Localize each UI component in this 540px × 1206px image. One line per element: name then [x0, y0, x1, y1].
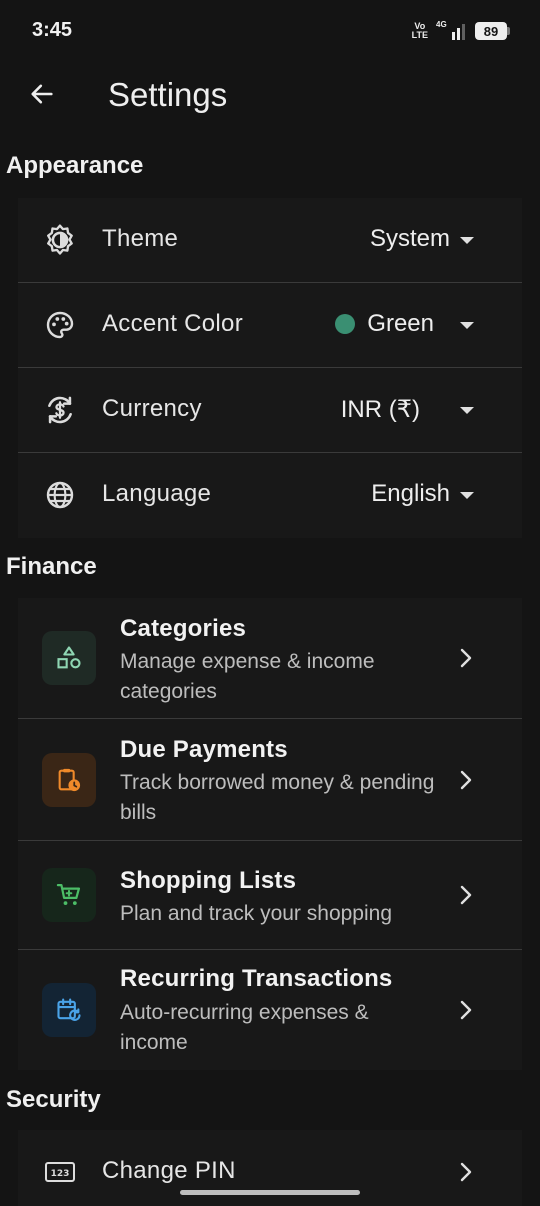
section-appearance-title: Appearance [6, 152, 144, 179]
categories-title: Categories [120, 615, 247, 642]
app-bar: Settings [0, 60, 540, 132]
accent-color-setting[interactable]: Accent Color Green [18, 283, 522, 368]
chevron-down-icon [460, 407, 474, 414]
shopping-lists-icon-tile [42, 868, 96, 922]
language-value: English [371, 480, 450, 507]
shopping-lists-item[interactable]: Shopping Lists Plan and track your shopp… [18, 841, 522, 950]
finance-card: Categories Manage expense & income categ… [18, 598, 522, 1070]
home-indicator[interactable] [180, 1190, 360, 1195]
shapes-icon [57, 646, 81, 669]
language-label: Language [102, 480, 212, 507]
palette-icon [42, 307, 78, 343]
shopping-lists-title: Shopping Lists [120, 867, 297, 894]
theme-value: System [369, 225, 450, 252]
chevron-right-icon [460, 1162, 472, 1182]
cart-icon [56, 883, 81, 906]
due-payments-description: Track borrowed money & pending bills [120, 771, 435, 824]
chevron-right-icon [460, 648, 472, 668]
status-icons: Vo LTE 4G 89 [412, 20, 510, 42]
battery-icon: 89 [475, 22, 510, 40]
categories-description: Manage expense & income categories [120, 650, 375, 703]
arrow-left-icon [31, 84, 53, 104]
chevron-right-icon [460, 1000, 472, 1020]
section-finance-title: Finance [6, 553, 97, 580]
categories-icon-tile [42, 631, 96, 685]
accent-color-swatch [335, 314, 356, 334]
accent-color-value: Green [335, 310, 434, 338]
calendar-repeat-icon [57, 998, 81, 1021]
clipboard-clock-icon [58, 768, 81, 792]
currency-setting[interactable]: Currency INR (₹) [18, 368, 522, 453]
page-title: Settings [108, 76, 228, 113]
due-payments-title: Due Payments [120, 736, 288, 763]
chevron-right-icon [460, 770, 472, 790]
recurring-transactions-description: Auto-recurring expenses & income [120, 1001, 369, 1054]
recurring-transactions-title: Recurring Transactions [120, 965, 393, 992]
chevron-down-icon [460, 322, 474, 329]
change-pin-label: Change PIN [102, 1157, 236, 1184]
back-button[interactable] [22, 74, 62, 114]
status-bar: 3:45 Vo LTE 4G 89 [0, 0, 540, 60]
shopping-lists-description: Plan and track your shopping [120, 902, 393, 925]
signal-icon: 4G [436, 20, 465, 40]
due-payments-icon-tile [42, 753, 96, 807]
brightness-icon [42, 222, 78, 258]
due-payments-item[interactable]: Due Payments Track borrowed money & pend… [18, 719, 522, 841]
section-security-title: Security [6, 1086, 101, 1113]
theme-setting[interactable]: Theme System [18, 198, 522, 283]
chevron-down-icon [460, 237, 474, 244]
chevron-down-icon [460, 492, 474, 499]
globe-icon [42, 477, 78, 513]
chevron-right-icon [460, 885, 472, 905]
recurring-transactions-item[interactable]: Recurring Transactions Auto-recurring ex… [18, 950, 522, 1070]
recurring-transactions-icon-tile [42, 983, 96, 1037]
currency-exchange-icon [42, 392, 78, 428]
appearance-card: Theme System Accent Color Green Currency… [18, 198, 522, 538]
theme-label: Theme [102, 225, 179, 252]
language-setting[interactable]: Language English [18, 453, 522, 538]
pin-123-icon: 123 [42, 1154, 78, 1190]
status-time: 3:45 [32, 19, 73, 41]
currency-label: Currency [102, 395, 202, 422]
accent-color-label: Accent Color [102, 310, 243, 337]
categories-item[interactable]: Categories Manage expense & income categ… [18, 598, 522, 719]
currency-value: INR (₹) [340, 396, 420, 423]
volte-icon: Vo LTE [411, 21, 428, 40]
svg-text:123: 123 [51, 1169, 70, 1179]
